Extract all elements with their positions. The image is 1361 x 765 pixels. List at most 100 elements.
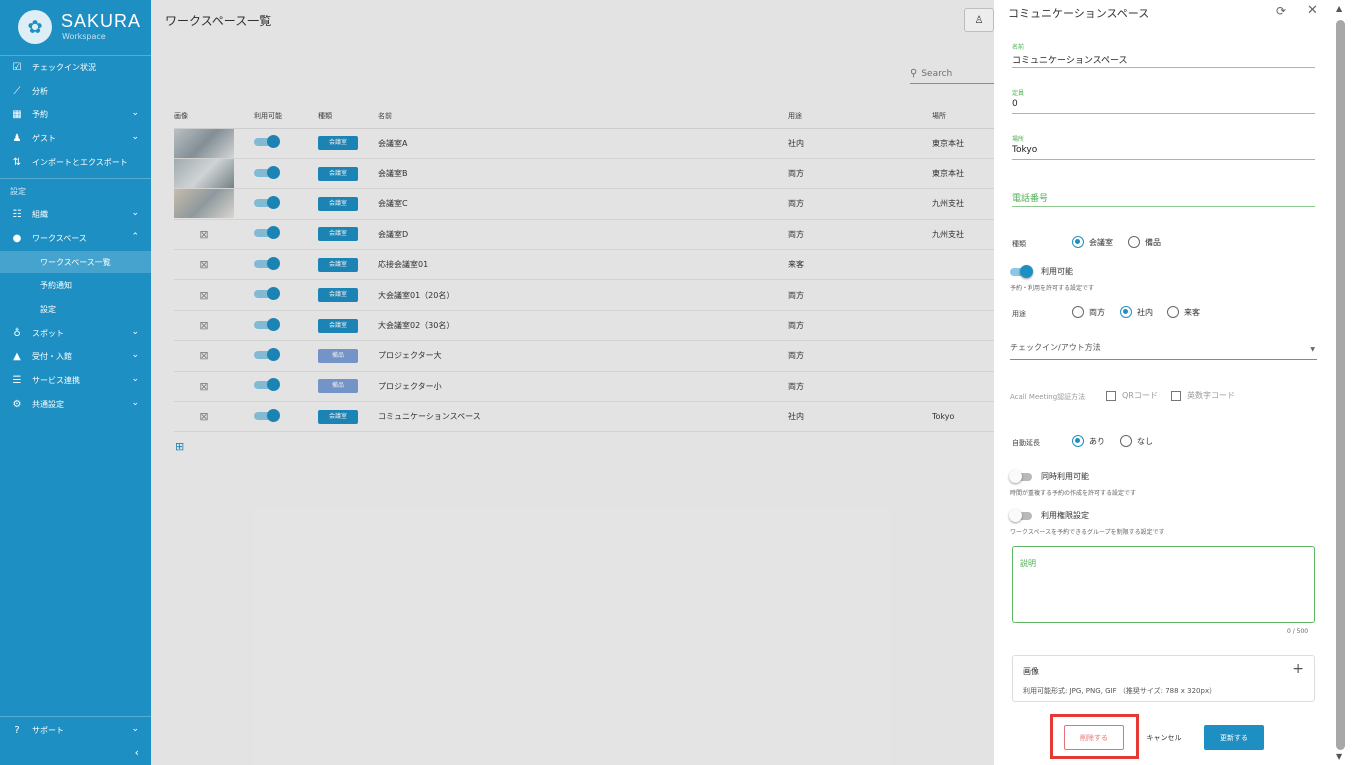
settings-section-label: 設定: [10, 187, 26, 196]
permission-toggle[interactable]: 利用権限設定: [1009, 508, 1089, 522]
available-toggle[interactable]: [254, 317, 280, 331]
col-place[interactable]: 場所: [932, 104, 994, 129]
nav-import-export[interactable]: ⇅ インポートとエクスポート: [0, 151, 151, 173]
refresh-icon[interactable]: ⟳: [1276, 4, 1286, 18]
nav-service[interactable]: ☰ サービス連携 ⌄: [0, 369, 151, 391]
image-upload[interactable]: 画像 利用可能形式: JPG, PNG, GIF （推奨サイズ: 788 x 3…: [1012, 655, 1315, 702]
row-name: 会議室C: [378, 188, 788, 220]
available-toggle[interactable]: [254, 195, 280, 209]
calendar-icon: ▦: [12, 108, 22, 120]
nav-workspace-settings[interactable]: 設定: [0, 298, 151, 320]
col-use[interactable]: 用途: [788, 104, 932, 129]
radio-label: 両方: [1089, 307, 1105, 317]
available-toggle[interactable]: [254, 347, 280, 361]
available-toggle[interactable]: [254, 165, 280, 179]
cancel-button[interactable]: キャンセル: [1136, 725, 1192, 750]
row-place: 東京本社: [932, 128, 994, 159]
auto-extend-no[interactable]: なし: [1120, 435, 1153, 447]
nav-reception[interactable]: ▲ 受付・入館 ⌄: [0, 345, 151, 367]
table-row[interactable]: 会議室 会議室B 両方 東京本社: [174, 158, 994, 190]
phone-field[interactable]: 電話番号: [1012, 191, 1315, 207]
nav-support[interactable]: ? サポート ⌄: [0, 719, 151, 741]
acall-qr-checkbox[interactable]: QRコード: [1106, 390, 1158, 401]
col-name[interactable]: 名前: [378, 104, 788, 129]
table-row[interactable]: ⊠ 会議室 コミュニケーションスペース 社内 Tokyo: [174, 401, 994, 433]
nav-analytics[interactable]: ⟋ 分析: [0, 80, 151, 102]
table-row[interactable]: ⊠ 会議室 応接会議室01 来客: [174, 249, 994, 281]
table-row[interactable]: ⊠ 備品 プロジェクター小 両方: [174, 371, 994, 403]
place-field[interactable]: 場所 Tokyo: [1012, 134, 1315, 160]
table-row[interactable]: ⊠ 会議室 大会議室01（20名） 両方: [174, 279, 994, 311]
no-image-icon: ⊠: [199, 288, 209, 302]
scroll-up-icon[interactable]: ▲: [1336, 4, 1342, 13]
available-toggle[interactable]: [254, 256, 280, 270]
capacity-value: 0: [1012, 99, 1018, 109]
chevron-down-icon: ⌄: [131, 108, 139, 118]
name-value: コミュニケーションスペース: [1012, 56, 1128, 66]
scroll-down-icon[interactable]: ▼: [1336, 752, 1342, 761]
nav-reservation-notify[interactable]: 予約通知: [0, 274, 151, 296]
available-toggle[interactable]: [254, 408, 280, 422]
available-toggle[interactable]: [254, 378, 280, 392]
use-radio-internal[interactable]: 社内: [1120, 306, 1153, 318]
location-icon: ●: [12, 232, 22, 244]
nav-label: サポート: [32, 725, 64, 735]
acall-label: Acall Meeting認証方法: [1010, 393, 1086, 401]
edit-drawer: コミュニケーションスペース ⟳ ✕ 名前 コミュニケーションスペース 定員 0 …: [994, 0, 1361, 765]
table-row[interactable]: ⊠ 会議室 会議室D 両方 九州支社: [174, 219, 994, 251]
table-row[interactable]: 会議室 会議室A 社内 東京本社: [174, 128, 994, 159]
type-tag: 会議室: [318, 227, 358, 242]
checkbox-icon: [1171, 390, 1181, 401]
collapse-sidebar[interactable]: ‹: [0, 742, 151, 764]
type-radio-equipment[interactable]: 備品: [1128, 236, 1161, 248]
update-button[interactable]: 更新する: [1204, 725, 1264, 750]
grid-view-icon[interactable]: ⊞: [175, 440, 184, 453]
use-radio-both[interactable]: 両方: [1072, 306, 1105, 318]
row-use: 来客: [788, 249, 932, 281]
nav-common-settings[interactable]: ⚙ 共通設定 ⌄: [0, 393, 151, 415]
nav-spot[interactable]: ♁ スポット ⌄: [0, 322, 151, 344]
nav-reservation[interactable]: ▦ 予約 ⌄: [0, 103, 151, 125]
drawer-scrollbar[interactable]: [1336, 20, 1345, 750]
close-icon[interactable]: ✕: [1307, 3, 1318, 18]
add-icon[interactable]: +: [1292, 661, 1304, 677]
nav-organization[interactable]: ☷ 組織 ⌄: [0, 203, 151, 225]
available-toggle[interactable]: [254, 287, 280, 301]
toggle-label: 利用権限設定: [1041, 511, 1089, 520]
nav-checkin[interactable]: ☑ チェックイン状況: [0, 56, 151, 78]
nav-workspace-list[interactable]: ワークスペース一覧: [0, 251, 151, 273]
col-type[interactable]: 種類: [318, 104, 378, 129]
available-toggle[interactable]: [254, 226, 280, 240]
chevron-up-icon: ⌃: [131, 232, 139, 242]
checkbox-label: 英数字コード: [1187, 391, 1235, 400]
concurrent-toggle[interactable]: 同時利用可能: [1009, 469, 1089, 483]
use-radio-visitor[interactable]: 来客: [1167, 306, 1200, 318]
type-radio-meeting[interactable]: 会議室: [1072, 236, 1113, 248]
table-row[interactable]: ⊠ 会議室 大会議室02（30名） 両方: [174, 310, 994, 342]
capacity-field[interactable]: 定員 0: [1012, 88, 1315, 114]
use-label: 用途: [1012, 310, 1026, 318]
description-textarea[interactable]: 説明: [1012, 546, 1315, 623]
checkin-method-select[interactable]: チェックイン/アウト方法 ▼: [1010, 342, 1317, 360]
table-row[interactable]: 会議室 会議室C 両方 九州支社: [174, 188, 994, 220]
user-button[interactable]: ♙: [964, 8, 994, 32]
available-toggle[interactable]: [254, 135, 280, 149]
name-field[interactable]: 名前 コミュニケーションスペース: [1012, 42, 1315, 68]
col-image[interactable]: 画像: [174, 104, 254, 129]
col-available[interactable]: 利用可能: [254, 104, 318, 129]
table-row[interactable]: ⊠ 備品 プロジェクター大 両方: [174, 340, 994, 372]
delete-highlight-box: [1050, 714, 1139, 759]
search-field[interactable]: ⚲ Search: [910, 64, 994, 84]
acall-alnum-checkbox[interactable]: 英数字コード: [1171, 390, 1235, 401]
available-toggle[interactable]: 利用可能: [1010, 264, 1073, 278]
place-value: Tokyo: [1012, 145, 1038, 155]
nav-label: ゲスト: [32, 133, 56, 143]
nav-workspace[interactable]: ● ワークスペース ⌃: [0, 227, 151, 249]
nav-label: チェックイン状況: [32, 62, 96, 72]
nav-label: ワークスペース一覧: [40, 257, 111, 267]
row-name: 大会議室01（20名）: [378, 279, 788, 311]
auto-extend-yes[interactable]: あり: [1072, 435, 1105, 447]
nav-guest[interactable]: ♟ ゲスト ⌄: [0, 127, 151, 149]
row-name: プロジェクター大: [378, 340, 788, 372]
logo[interactable]: ✿ SAKURA Workspace: [18, 8, 143, 44]
